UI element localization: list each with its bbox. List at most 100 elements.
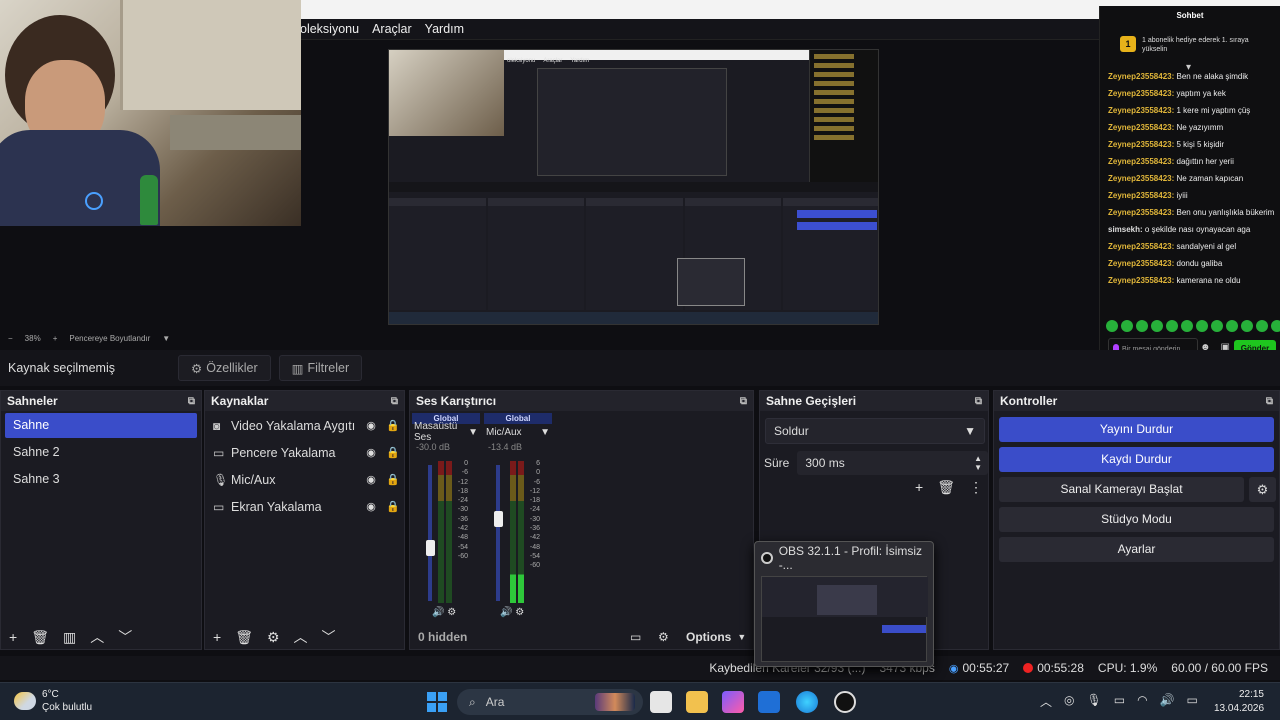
virtual-camera-button[interactable]: Sanal Kamerayı Başlat [999,477,1244,502]
properties-button[interactable]: ⚙ Özellikler [178,355,271,381]
volume-knob[interactable] [494,511,503,527]
window-thumbnail[interactable] [761,576,928,662]
undock-icon[interactable]: ⧉ [188,396,195,407]
undock-icon[interactable]: ⧉ [975,396,982,407]
eye-icon[interactable]: ◉ [360,500,382,513]
battery-icon[interactable]: ▭ [1187,693,1198,710]
edge-icon[interactable] [796,691,818,713]
chat-username[interactable]: Zeynep23558423: [1108,208,1174,217]
filters-button[interactable]: ▥ Filtreler [278,355,363,381]
chevron-down-icon[interactable]: ▼ [468,427,478,438]
task-view-icon[interactable] [650,691,672,713]
volume-slider[interactable] [496,465,500,601]
eye-icon[interactable]: ◉ [360,446,382,459]
volume-knob[interactable] [426,540,435,556]
duration-input[interactable]: 300 ms ▲ ▼ [797,451,988,475]
weather-widget[interactable]: 6°C Çok bulutlu [14,688,92,714]
source-item[interactable]: ◙ Video Yakalama Aygıtı ◉ 🔒 [205,413,404,438]
wifi-icon[interactable]: ◠ [1137,693,1147,710]
speaker-icon[interactable]: 🔊 [500,607,512,618]
filter-icon[interactable]: ▥ [63,629,76,646]
speaker-icon[interactable]: 🔊 [432,607,444,618]
chat-username[interactable]: Zeynep23558423: [1108,174,1174,183]
scene-item[interactable]: Sahne 2 [5,440,197,465]
stop-stream-button[interactable]: Yayını Durdur [999,417,1274,442]
chat-username[interactable]: Zeynep23558423: [1108,242,1174,251]
gear-icon[interactable]: ⚙ [515,607,524,618]
undock-icon[interactable]: ⧉ [1266,396,1273,407]
trash-icon[interactable]: 🗑 [937,479,955,496]
chat-text: Ne yazıyımm [1176,122,1224,132]
stop-record-button[interactable]: Kaydı Durdur [999,447,1274,472]
source-item[interactable]: 🎙 Mic/Aux ◉ 🔒 [205,467,404,492]
gear-icon[interactable]: ⚙ [447,607,456,618]
add-icon[interactable]: + [9,629,17,645]
chevron-down-icon[interactable]: ▼ [162,334,170,343]
network-alert-icon[interactable]: ◎ [1064,693,1074,710]
add-icon[interactable]: + [915,479,923,496]
trash-icon[interactable]: 🗑 [235,629,253,646]
clock[interactable]: 22:15 13.04.2026 [1214,688,1264,716]
transition-select[interactable]: Soldur ▼ [765,418,985,444]
chevron-up-icon[interactable]: ︿ [1040,693,1052,710]
eye-icon[interactable]: ◉ [360,473,382,486]
chat-username[interactable]: Zeynep23558423: [1108,157,1174,166]
mic-icon[interactable]: 🎙 [1087,693,1102,710]
program-preview[interactable]: oleksiyonu Araçlar Yardım [388,49,879,325]
volume-icon[interactable]: 🔊 [1160,693,1175,710]
chat-username[interactable]: Zeynep23558423: [1108,106,1174,115]
obs-taskbar-icon[interactable] [834,691,856,713]
undock-icon[interactable]: ⧉ [391,396,398,407]
gift-banner[interactable]: 1 1 abonelik hediye ederek 1. sıraya yük… [1120,36,1260,64]
chevron-up-icon[interactable]: ︿ [90,627,104,647]
options-button[interactable]: Options [686,630,731,644]
chat-username[interactable]: simsekh: [1108,225,1143,234]
volume-slider[interactable] [428,465,432,601]
lock-icon[interactable]: 🔒 [382,473,404,486]
source-item[interactable]: ▭ Pencere Yakalama ◉ 🔒 [205,440,404,465]
chevron-down-icon[interactable]: ▼ [737,632,746,642]
add-icon[interactable]: + [213,629,221,645]
chevron-down-icon[interactable]: ﹀ [118,627,132,647]
menu-help[interactable]: Yardım [425,22,464,36]
chat-username[interactable]: Zeynep23558423: [1108,123,1174,132]
emote-bar[interactable] [1106,320,1280,332]
menu-tools[interactable]: Araçlar [372,22,412,36]
zoom-fit-select[interactable]: Pencereye Boyutlandır [69,334,150,343]
gear-icon[interactable]: ⚙ [658,630,686,644]
studio-mode-button[interactable]: Stüdyo Modu [999,507,1274,532]
lock-icon[interactable]: 🔒 [382,500,404,513]
taskbar-thumbnail-popup[interactable]: OBS 32.1.1 - Profil: İsimsiz -... [754,541,934,667]
scene-item[interactable]: Sahne 3 [5,467,197,492]
chat-username[interactable]: Zeynep23558423: [1108,89,1174,98]
chat-username[interactable]: Zeynep23558423: [1108,259,1174,268]
lock-icon[interactable]: 🔒 [382,446,404,459]
more-icon[interactable]: ⋮ [969,479,983,496]
layout-icon[interactable]: ▭ [630,630,658,644]
taskbar-search[interactable]: ⌕ Ara [457,689,643,715]
gear-icon[interactable]: ⚙ [1249,477,1276,502]
windows-start-icon[interactable] [427,692,447,712]
chevron-up-icon[interactable]: ︿ [294,627,308,647]
store-icon[interactable] [758,691,780,713]
settings-button[interactable]: Ayarlar [999,537,1274,562]
undock-icon[interactable]: ⧉ [740,396,747,407]
eye-icon[interactable]: ◉ [360,419,382,432]
chevron-down-icon[interactable]: ▼ [540,427,550,438]
zoom-out-button[interactable]: − [8,334,13,343]
chat-username[interactable]: Zeynep23558423: [1108,72,1174,81]
copilot-icon[interactable] [722,691,744,713]
chevron-down-icon[interactable]: ﹀ [322,627,336,647]
gear-icon[interactable]: ⚙ [267,629,280,646]
trash-icon[interactable]: 🗑 [31,629,49,646]
chat-username[interactable]: Zeynep23558423: [1108,191,1174,200]
chat-username[interactable]: Zeynep23558423: [1108,276,1174,285]
menu-scene-collection[interactable]: oleksiyonu [300,22,359,36]
keyboard-icon[interactable]: ▭ [1114,693,1125,710]
file-explorer-icon[interactable] [686,691,708,713]
chat-username[interactable]: Zeynep23558423: [1108,140,1174,149]
scene-item[interactable]: Sahne [5,413,197,438]
source-item[interactable]: ▭ Ekran Yakalama ◉ 🔒 [205,494,404,519]
lock-icon[interactable]: 🔒 [382,419,404,432]
zoom-in-button[interactable]: + [53,334,58,343]
